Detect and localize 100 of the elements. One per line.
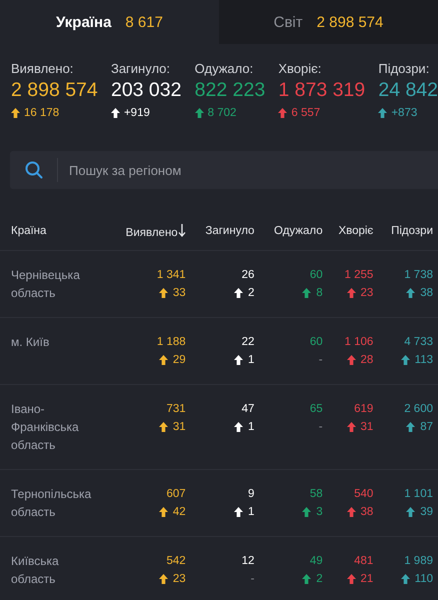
count-value: 619: [354, 402, 374, 417]
stat-value: 2 898 574: [11, 79, 98, 102]
stat-label: Виявлено:: [11, 61, 74, 76]
up-arrow-icon: [400, 574, 410, 584]
up-arrow-icon: [158, 355, 168, 365]
region-name: Івано-Франківська область: [11, 402, 79, 452]
stat-value: 1 873 319: [278, 79, 366, 102]
column-header[interactable]: Загинуло: [205, 225, 254, 237]
count-delta: 1: [248, 505, 254, 520]
count-value: 26: [242, 268, 254, 283]
count-value: 60: [310, 335, 323, 350]
count-delta: 38: [420, 286, 433, 301]
stat-delta: 6 557: [291, 107, 320, 119]
search-icon: [25, 161, 43, 179]
tab-count: 2 898 574: [316, 14, 384, 30]
up-arrow-icon: [234, 507, 244, 517]
count-value: 1 101: [404, 487, 433, 502]
count-delta: 87: [420, 420, 433, 435]
count-delta: 1: [248, 353, 254, 368]
region-name: м. Київ: [11, 335, 50, 349]
column-header[interactable]: Підозри: [391, 225, 433, 237]
count-delta: -: [250, 572, 254, 587]
column-header[interactable]: Одужало: [274, 225, 323, 237]
up-arrow-icon: [110, 108, 120, 118]
up-arrow-icon: [194, 108, 204, 118]
count-delta: 1: [248, 420, 254, 435]
up-arrow-icon: [346, 355, 356, 365]
stat-delta: +919: [124, 107, 150, 119]
count-value: 2 600: [404, 402, 433, 417]
count-value: 22: [242, 335, 254, 350]
up-arrow-icon: [234, 288, 244, 298]
count-delta: 113: [414, 353, 433, 368]
count-delta: 23: [360, 286, 374, 301]
count-delta: 42: [172, 505, 186, 520]
up-arrow-icon: [346, 422, 356, 432]
up-arrow-icon: [302, 507, 312, 517]
region-name: Тернопільська область: [11, 487, 92, 519]
stat-delta: 8 702: [208, 107, 236, 119]
count-value: 58: [310, 487, 323, 502]
count-value: 1 341: [156, 268, 186, 283]
tab-count: 8 617: [125, 14, 163, 30]
stat-delta: +873: [391, 107, 418, 119]
up-arrow-icon: [158, 574, 168, 584]
region-tab[interactable]: Світ 2 898 574: [219, 0, 438, 44]
count-value: 540: [354, 487, 374, 502]
region-name: Київська область: [11, 554, 59, 586]
column-header[interactable]: Хворіє: [338, 225, 374, 237]
stat-label: Хворіє:: [278, 61, 322, 76]
up-arrow-icon: [400, 355, 410, 365]
up-arrow-icon: [302, 574, 312, 584]
stat-label: Одужало:: [194, 61, 254, 76]
region-name: Чернівецька область: [11, 268, 80, 300]
up-arrow-icon: [302, 288, 312, 298]
up-arrow-icon: [406, 507, 416, 517]
up-arrow-icon: [378, 108, 388, 118]
up-arrow-icon: [346, 574, 356, 584]
count-delta: 33: [172, 286, 186, 301]
count-value: 49: [310, 554, 323, 569]
count-value: 481: [354, 554, 374, 569]
count-value: 542: [166, 554, 186, 569]
count-delta: 23: [172, 572, 186, 587]
up-arrow-icon: [406, 288, 416, 298]
search-field[interactable]: Пошук за регіоном: [58, 151, 438, 189]
count-value: 60: [310, 268, 323, 283]
count-delta: -: [318, 353, 323, 368]
up-arrow-icon: [158, 507, 168, 517]
count-delta: 3: [316, 505, 323, 520]
stat-label: Загинуло:: [110, 61, 172, 76]
up-arrow-icon: [234, 422, 244, 432]
up-arrow-icon: [158, 288, 168, 298]
count-delta: 21: [360, 572, 374, 587]
up-arrow-icon: [278, 108, 288, 118]
count-value: 12: [242, 554, 254, 569]
count-value: 731: [166, 402, 186, 417]
count-value: 65: [310, 402, 323, 417]
count-delta: -: [318, 420, 323, 435]
count-delta: 39: [420, 505, 433, 520]
count-delta: 31: [360, 420, 374, 435]
count-value: 9: [248, 487, 254, 502]
up-arrow-icon: [406, 422, 416, 432]
count-value: 1 188: [156, 335, 186, 350]
count-value: 607: [166, 487, 186, 502]
count-delta: 31: [172, 420, 186, 435]
column-header[interactable]: Країна: [11, 225, 46, 237]
stat-value: 822 223: [194, 79, 266, 102]
up-arrow-icon: [234, 355, 244, 365]
count-value: 1 989: [404, 554, 433, 569]
stat-delta: 16 178: [24, 107, 60, 119]
count-value: 1 738: [404, 268, 433, 283]
count-delta: 2: [248, 286, 254, 301]
count-delta: 2: [316, 572, 323, 587]
count-value: 1 255: [344, 268, 374, 283]
stat-label: Підозри:: [378, 61, 430, 76]
column-header[interactable]: Виявлено: [126, 226, 178, 238]
count-delta: 8: [316, 286, 323, 301]
count-delta: 38: [360, 505, 374, 520]
stat-value: 203 032: [110, 79, 182, 102]
up-arrow-icon: [158, 422, 168, 432]
up-arrow-icon: [346, 288, 356, 298]
count-delta: 29: [172, 353, 186, 368]
